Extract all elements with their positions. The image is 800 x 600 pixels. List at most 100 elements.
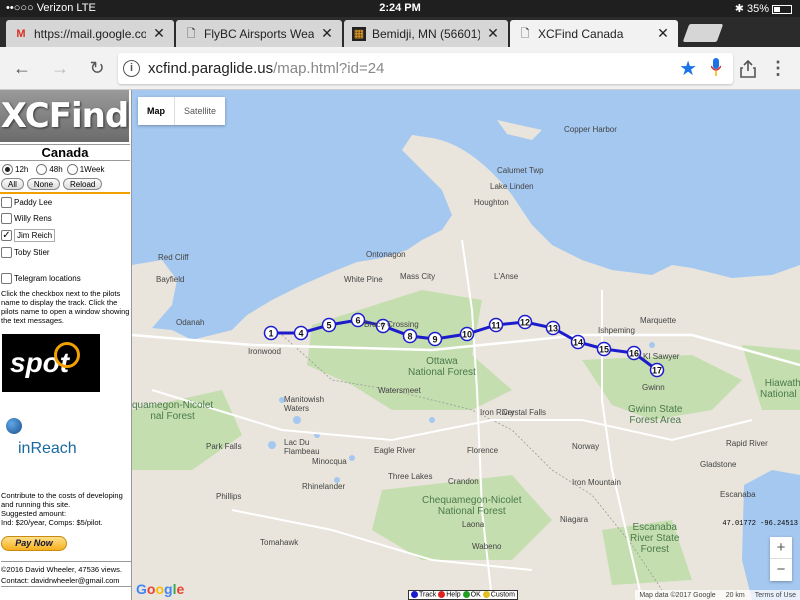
close-icon[interactable]: ✕ xyxy=(486,25,500,42)
pilot-checkbox[interactable] xyxy=(1,247,12,258)
pilot-item: Willy Rens xyxy=(1,212,52,225)
tab-flybc[interactable]: 🗋 FlyBC Airsports Weather ✕ xyxy=(176,20,342,47)
track-point-label: 13 xyxy=(548,324,558,334)
contribute-text: Contribute to the costs of developing an… xyxy=(1,491,123,527)
map-place: Chequamegon-Nicolet National Forest xyxy=(422,495,522,517)
pilot-item: ✓ Jim Reich xyxy=(1,229,56,242)
map-place: Lake Linden xyxy=(490,182,534,191)
map-place: Mass City xyxy=(400,272,436,281)
map-place: Escanaba xyxy=(720,490,756,499)
tab-xcfind[interactable]: 🗋 XCFind Canada ✕ xyxy=(510,20,678,47)
share-icon[interactable] xyxy=(740,60,756,78)
scale-bar: 20 km xyxy=(725,591,745,599)
legend-custom[interactable]: Custom xyxy=(482,591,515,599)
track-point-label: 6 xyxy=(355,316,360,326)
map-place: Florence xyxy=(467,446,499,455)
map-place: Wabeno xyxy=(472,542,502,551)
track-legend: Track Help OK Custom xyxy=(408,590,518,600)
map-canvas[interactable]: 1 4 5 6 7 8 9 10 11 12 13 14 15 16 17 Copper Harbor Ca… xyxy=(132,90,800,600)
battery-icon xyxy=(772,4,792,14)
map-place: Escanaba River State Forest xyxy=(630,522,680,555)
pilot-name[interactable]: Willy Rens xyxy=(14,214,52,223)
clock: 2:24 PM xyxy=(379,2,421,14)
bookmark-star-icon[interactable]: ★ xyxy=(679,56,697,81)
map-place: Houghton xyxy=(474,198,509,207)
map-place: Ottawa National Forest xyxy=(408,356,476,378)
terms-link[interactable]: Terms of Use xyxy=(755,592,796,599)
telegram-label: Telegram locations xyxy=(14,274,81,283)
url-text[interactable]: xcfind.paraglide.us/map.html?id=24 xyxy=(148,60,384,77)
track-point-label: 17 xyxy=(652,366,662,376)
radio-48h[interactable] xyxy=(36,164,48,175)
map-place: Bayfield xyxy=(156,275,185,284)
map-place: Eagle River xyxy=(374,446,416,455)
track-point-label: 12 xyxy=(520,318,530,328)
track-point-label: 8 xyxy=(407,332,412,342)
map-place: HiawathNational F xyxy=(760,378,800,400)
close-icon[interactable]: ✕ xyxy=(656,25,670,42)
map-place: Ironwood xyxy=(248,347,281,356)
radio-1week[interactable] xyxy=(66,164,78,175)
tab-gmail[interactable]: M https://mail.google.com ✕ xyxy=(6,20,174,47)
coordinate-readout: 47.01772 -96.24513 xyxy=(722,520,798,528)
zoom-in-button[interactable]: + xyxy=(770,537,792,559)
map-place: Gwinn State Forest Area xyxy=(628,404,683,426)
reload-button[interactable]: Reload xyxy=(63,178,103,190)
period-selector: 12h 48h 1Week xyxy=(2,164,104,175)
map-place: quamegon-Nicolet nal Forest xyxy=(132,400,214,422)
address-bar[interactable]: i xcfind.paraglide.us/map.html?id=24 ★ xyxy=(118,53,733,84)
none-button[interactable]: None xyxy=(26,178,61,190)
microphone-icon[interactable] xyxy=(711,58,721,76)
reload-icon[interactable]: ↻ xyxy=(85,57,109,81)
map-place: Marquette xyxy=(640,316,677,325)
legend-ok[interactable]: OK xyxy=(462,591,481,599)
info-icon[interactable]: i xyxy=(123,60,140,77)
map-place: Niagara xyxy=(560,515,589,524)
pilot-name[interactable]: Paddy Lee xyxy=(14,198,52,207)
map-place: KI Sawyer xyxy=(643,352,680,361)
map-footer: Map data ©2017 Google 20 km Terms of Use xyxy=(635,590,800,600)
radio-12h[interactable] xyxy=(2,164,13,175)
map-place: Gwinn xyxy=(642,383,665,392)
spot-logo[interactable]: spot xyxy=(2,334,100,392)
track-point-label: 10 xyxy=(462,330,472,340)
pilot-name[interactable]: Jim Reich xyxy=(14,229,56,242)
pilot-checkbox[interactable] xyxy=(1,213,12,224)
close-icon[interactable]: ✕ xyxy=(152,25,166,42)
google-logo: Google xyxy=(136,581,185,597)
track-point-label: 14 xyxy=(573,338,583,348)
back-icon[interactable]: ← xyxy=(10,57,34,81)
map-type-satellite[interactable]: Satellite xyxy=(175,97,225,125)
weather-icon: ▦ xyxy=(352,26,366,41)
forward-icon[interactable]: → xyxy=(48,57,72,81)
radio-label: 12h xyxy=(15,165,29,174)
map-place: Manitowish Waters xyxy=(284,395,325,413)
sidebar: XCFind Canada 12h 48h 1Week All None Rel… xyxy=(0,90,132,600)
map-place: Three Lakes xyxy=(388,472,433,481)
page-icon: 🗋 xyxy=(186,27,196,40)
zoom-out-button[interactable]: − xyxy=(770,559,792,581)
all-button[interactable]: All xyxy=(1,178,24,190)
map-place: Park Falls xyxy=(206,442,242,451)
inreach-logo[interactable]: inReach xyxy=(18,440,77,458)
pay-now-button[interactable]: Pay Now xyxy=(1,536,67,551)
instructions-text: Click the checkbox next to the pilots na… xyxy=(1,289,130,325)
browser-toolbar: ← → ↻ i xcfind.paraglide.us/map.html?id=… xyxy=(0,47,800,90)
new-tab-button[interactable] xyxy=(682,24,724,42)
close-icon[interactable]: ✕ xyxy=(320,25,334,42)
telegram-checkbox[interactable] xyxy=(1,273,12,284)
tab-bemidji[interactable]: ▦ Bemidji, MN (56601) For ✕ xyxy=(344,20,508,47)
map-place: Gladstone xyxy=(700,460,737,469)
map-place: Rhinelander xyxy=(302,482,346,491)
map-type-map[interactable]: Map xyxy=(138,97,175,125)
map-type-control: Map Satellite xyxy=(138,97,226,125)
telegram-item: Telegram locations xyxy=(1,272,81,285)
menu-icon[interactable]: ⋮ xyxy=(766,57,790,81)
pilot-checkbox-checked[interactable]: ✓ xyxy=(1,230,12,241)
pilot-name[interactable]: Toby Stier xyxy=(14,248,50,257)
track-point-label: 15 xyxy=(599,345,609,355)
region-title: Canada xyxy=(0,144,130,161)
legend-help[interactable]: Help xyxy=(438,591,461,599)
legend-track[interactable]: Track xyxy=(411,591,436,599)
pilot-checkbox[interactable] xyxy=(1,197,12,208)
